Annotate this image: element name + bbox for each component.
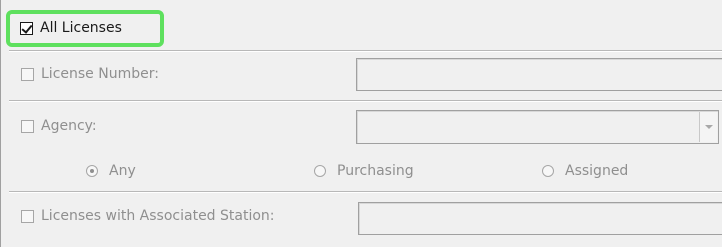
associated-station-label: Licenses with Associated Station: xyxy=(41,208,275,224)
radio-assigned-label: Assigned xyxy=(565,163,629,179)
associated-station-input[interactable] xyxy=(358,202,722,235)
chevron-down-icon xyxy=(704,125,713,129)
all-licenses-label: All Licenses xyxy=(40,20,122,36)
dropdown-button[interactable] xyxy=(699,112,717,142)
separator xyxy=(9,100,722,102)
separator xyxy=(9,50,722,52)
radio-any-label: Any xyxy=(109,163,136,179)
all-licenses-checkbox[interactable] xyxy=(20,21,33,35)
scope-radio-purchasing[interactable]: Purchasing xyxy=(314,163,414,179)
all-licenses-option[interactable]: All Licenses xyxy=(20,20,122,36)
radio-any[interactable] xyxy=(86,165,98,177)
separator xyxy=(9,191,722,193)
agency-label: Agency: xyxy=(41,118,97,134)
radio-purchasing-label: Purchasing xyxy=(337,163,414,179)
license-number-checkbox[interactable] xyxy=(21,67,34,81)
associated-station-checkbox[interactable] xyxy=(21,209,34,223)
license-number-option[interactable]: License Number: xyxy=(21,66,159,82)
license-number-label: License Number: xyxy=(41,66,159,82)
scope-radio-assigned[interactable]: Assigned xyxy=(542,163,628,179)
agency-dropdown[interactable] xyxy=(356,110,719,144)
scope-radio-any[interactable]: Any xyxy=(86,163,136,179)
license-filter-panel: All Licenses License Number: Agency: Any… xyxy=(0,0,722,247)
associated-station-option[interactable]: Licenses with Associated Station: xyxy=(21,208,275,224)
agency-checkbox[interactable] xyxy=(21,119,34,133)
agency-option[interactable]: Agency: xyxy=(21,118,97,134)
radio-purchasing[interactable] xyxy=(314,165,326,177)
radio-assigned[interactable] xyxy=(542,165,554,177)
license-number-input[interactable] xyxy=(356,58,722,91)
